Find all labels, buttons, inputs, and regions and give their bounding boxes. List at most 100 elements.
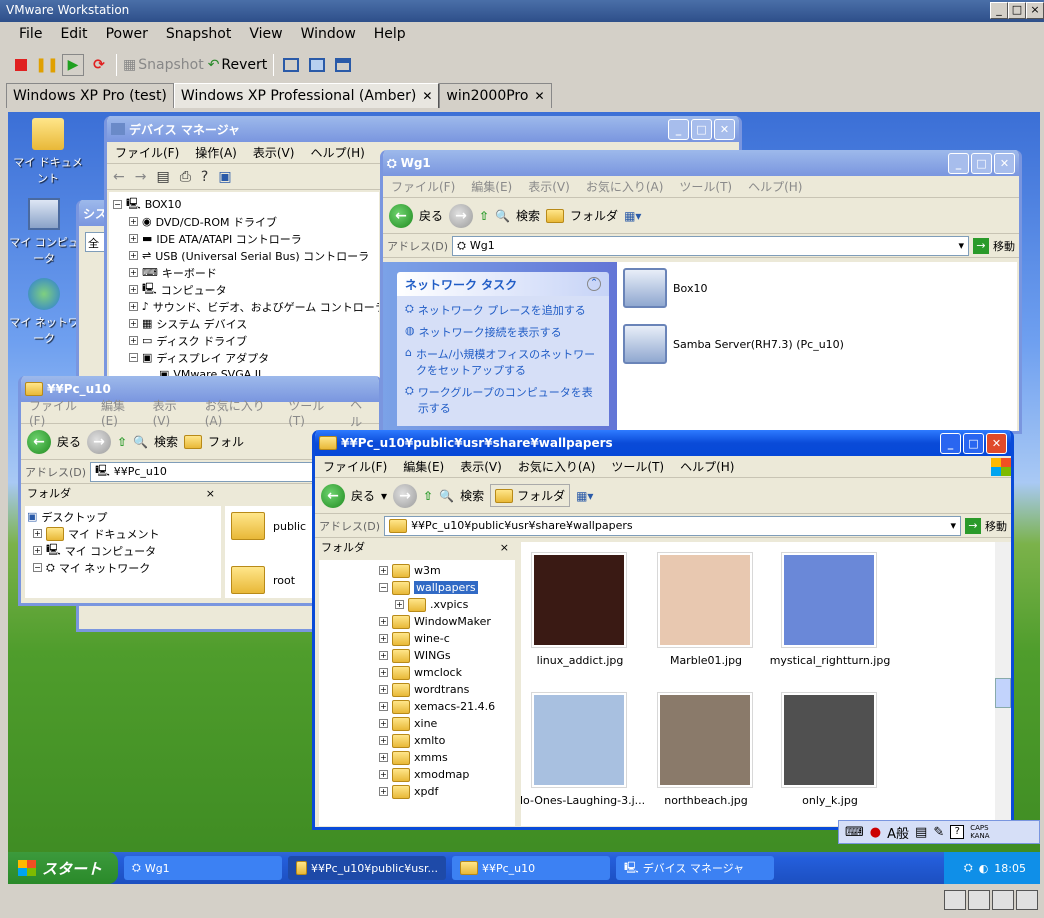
views-icon[interactable]: ▦▾ — [576, 489, 593, 503]
print-icon[interactable]: ⎙ — [180, 169, 191, 185]
vertical-scrollbar[interactable] — [995, 542, 1011, 826]
menu-edit[interactable]: 編集(E) — [395, 458, 452, 475]
task-device-manager[interactable]: 🖳 デバイス マネージャ — [616, 856, 774, 880]
menu-help[interactable]: ヘル — [342, 396, 379, 430]
thumbnail[interactable] — [781, 692, 877, 788]
list-item[interactable]: Box10 — [623, 268, 707, 308]
properties-icon[interactable]: ▤ — [156, 169, 169, 185]
menu-file[interactable]: ファイル(F) — [21, 397, 93, 428]
menu-view[interactable]: 表示(V) — [520, 178, 578, 195]
menu-file[interactable]: ファイル(F) — [107, 144, 187, 161]
tree-item[interactable]: + ▦ システム デバイス — [113, 315, 375, 332]
help-icon[interactable]: ? — [201, 169, 208, 185]
menu-help[interactable]: ヘルプ(H) — [672, 458, 742, 475]
thumbnail[interactable] — [531, 692, 627, 788]
task-show-workgroup[interactable]: ⛭ ワークグループのコンピュータを表示する — [405, 384, 601, 416]
floppy-status-icon[interactable] — [992, 890, 1014, 910]
up-folder-icon[interactable]: ⇧ — [117, 435, 127, 449]
thumbnail[interactable] — [531, 552, 627, 648]
dictionary-icon[interactable]: ▤ — [915, 825, 927, 840]
collapse-icon[interactable]: ⌃ — [587, 277, 601, 291]
system-field[interactable]: 全 — [85, 232, 105, 252]
forward-arrow-icon[interactable]: → — [135, 169, 147, 185]
close-button[interactable]: ✕ — [994, 152, 1015, 174]
device-status-icon[interactable] — [944, 890, 966, 910]
desktop-icon-my-documents[interactable]: マイ ドキュメント — [12, 118, 84, 186]
ime-mode[interactable]: A般 — [887, 823, 909, 842]
chevron-down-icon[interactable]: ▾ — [950, 519, 956, 532]
volume-icon[interactable]: ◐ — [979, 862, 989, 875]
up-folder-icon[interactable]: ⇧ — [423, 489, 433, 503]
search-button[interactable]: 検索 — [154, 433, 178, 450]
disk-status-icon[interactable] — [968, 890, 990, 910]
tree-item[interactable]: + xpdf — [379, 783, 515, 800]
tab-xp-professional-amber[interactable]: Windows XP Professional (Amber) ✕ — [173, 83, 440, 108]
tree-item[interactable]: + xine — [379, 715, 515, 732]
revert-button[interactable]: ↶ Revert — [208, 57, 268, 73]
pad-icon[interactable]: ✎ — [933, 825, 944, 840]
tree-item[interactable]: + 🖳 マイ コンピュータ — [27, 542, 219, 559]
tree-item[interactable]: + .xvpics — [379, 596, 515, 613]
tree-item[interactable]: + 🖳 コンピュータ — [113, 281, 375, 298]
menu-view[interactable]: 表示(V) — [452, 458, 510, 475]
summary-button[interactable] — [332, 54, 354, 76]
wallpapers-window[interactable]: ¥¥Pc_u10¥public¥usr¥share¥wallpapers _ □ ✕… — [312, 430, 1014, 830]
close-icon[interactable]: ✕ — [422, 89, 432, 103]
tree-item[interactable]: − ⛭ マイ ネットワーク — [27, 559, 219, 576]
tree-item[interactable]: + WindowMaker — [379, 613, 515, 630]
menu-favorites[interactable]: お気に入り(A) — [510, 458, 604, 475]
tree-item[interactable]: + ◉ DVD/CD-ROM ドライブ — [113, 213, 375, 230]
network-status-icon[interactable] — [1016, 890, 1038, 910]
task-pane-header[interactable]: ネットワーク タスク ⌃ — [397, 272, 609, 296]
menu-file[interactable]: ファイル(F) — [383, 178, 463, 195]
wg1-window[interactable]: ⛭ Wg1 _ □ ✕ ファイル(F) 編集(E) 表示(V) お気に入り(A) ツ… — [380, 150, 1022, 434]
list-item[interactable]: Samba Server(RH7.3) (Pc_u10) — [623, 324, 844, 364]
task-add-place[interactable]: ⛭ ネットワーク プレースを追加する — [405, 302, 601, 318]
stop-button[interactable] — [10, 54, 32, 76]
back-arrow-icon[interactable]: ← — [113, 169, 125, 185]
up-folder-icon[interactable]: ⇧ — [479, 209, 489, 223]
menu-power[interactable]: Power — [97, 24, 157, 46]
address-input[interactable]: ¥¥Pc_u10¥public¥usr¥share¥wallpapers ▾ — [384, 515, 961, 536]
minimize-button[interactable]: _ — [940, 432, 961, 454]
menu-edit[interactable]: Edit — [51, 24, 96, 46]
menu-view[interactable]: View — [240, 24, 291, 46]
tree-item[interactable]: ▣ デスクトップ — [27, 508, 219, 525]
scan-icon[interactable]: ▣ — [218, 169, 231, 185]
tree-item[interactable]: + w3m — [379, 562, 515, 579]
thumbnail[interactable] — [657, 552, 753, 648]
guest-desktop[interactable]: マイ ドキュメント マイ コンピュータ マイ ネットワーク シス 全 デバイス … — [8, 112, 1040, 884]
folders-button[interactable]: フォルダ — [490, 484, 571, 507]
minimize-button[interactable]: _ — [948, 152, 969, 174]
maximize-button[interactable]: □ — [963, 432, 984, 454]
forward-arrow-icon[interactable]: → — [449, 203, 474, 228]
tab-win2000pro[interactable]: win2000Pro ✕ — [439, 83, 552, 108]
quick-switch-button[interactable] — [280, 54, 302, 76]
menu-tools[interactable]: ツール(T) — [603, 458, 672, 475]
menu-view[interactable]: 表示(V) — [245, 144, 303, 161]
tree-item[interactable]: − ▣ ディスプレイ アダプタ — [113, 349, 375, 366]
menu-favorites[interactable]: お気に入り(A) — [197, 397, 281, 428]
close-icon[interactable]: × — [500, 541, 509, 554]
list-item[interactable]: public — [231, 512, 306, 540]
menu-help[interactable]: Help — [365, 24, 415, 46]
menu-view[interactable]: 表示(V) — [145, 397, 197, 428]
desktop-icon-my-network[interactable]: マイ ネットワーク — [8, 278, 80, 346]
minimize-button[interactable]: _ — [668, 118, 689, 140]
search-button[interactable]: 検索 — [460, 487, 484, 504]
address-input[interactable]: ⛭ Wg1 ▾ — [452, 235, 969, 256]
desktop-icon-my-computer[interactable]: マイ コンピュータ — [8, 198, 80, 266]
snapshot-button[interactable]: ▦ Snapshot — [123, 57, 204, 73]
tree-item[interactable]: + ♪ サウンド、ビデオ、およびゲーム コントローラ — [113, 298, 379, 315]
tree-item[interactable]: + マイ ドキュメント — [27, 525, 219, 542]
views-icon[interactable]: ▦▾ — [624, 209, 641, 223]
tree-item[interactable]: + wine-c — [379, 630, 515, 647]
menu-edit[interactable]: 編集(E) — [463, 178, 520, 195]
menu-file[interactable]: ファイル(F) — [315, 458, 395, 475]
clock[interactable]: 18:05 — [994, 862, 1026, 875]
forward-arrow-icon[interactable]: → — [87, 429, 112, 454]
tree-item[interactable]: + xmms — [379, 749, 515, 766]
play-button[interactable]: ▶ — [62, 54, 84, 76]
close-icon[interactable]: × — [206, 487, 215, 500]
folders-button[interactable]: フォル — [208, 433, 244, 450]
